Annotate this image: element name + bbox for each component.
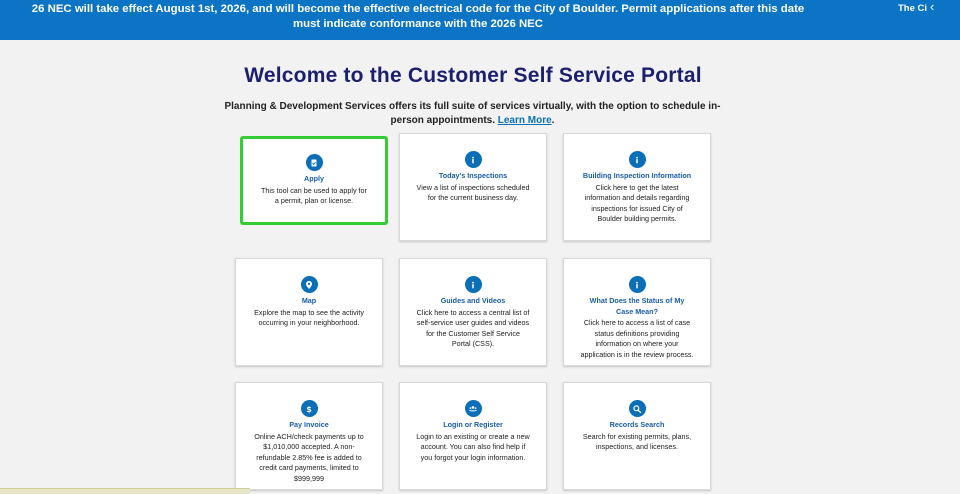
card-building-inspection-information[interactable]: Building Inspection Information Click he… <box>563 133 711 241</box>
card-apply[interactable]: Apply This tool can be used to apply for… <box>240 136 388 225</box>
map-pin-icon <box>300 276 318 293</box>
info-icon <box>464 151 482 168</box>
card-login-or-register[interactable]: Login or Register Login to an existing o… <box>399 382 547 490</box>
search-icon <box>628 400 646 417</box>
card-description: Click here to access a list of case stat… <box>580 318 694 359</box>
info-icon <box>628 276 646 293</box>
card-title: What Does the Status of My Case Mean? <box>589 296 685 316</box>
intro-end: . <box>551 114 555 126</box>
document-check-icon <box>305 154 323 171</box>
learn-more-link[interactable]: Learn More <box>498 115 552 126</box>
card-title: Guides and Videos <box>440 296 506 305</box>
card-case-status-meaning[interactable]: What Does the Status of My Case Mean? Cl… <box>563 258 711 366</box>
card-description: Click here to get the latest information… <box>584 182 690 224</box>
chevron-left-icon[interactable]: ‹ <box>930 0 934 14</box>
banner-ticker[interactable]: The Ci <box>898 2 928 16</box>
card-title: Records Search <box>609 420 665 429</box>
card-description: Explore the map to see the activity occu… <box>254 307 364 328</box>
card-description: Online ACH/check payments up to $1,010,0… <box>254 431 364 483</box>
card-title: Pay Invoice <box>289 420 329 429</box>
card-guides-and-videos[interactable]: Guides and Videos Click here to access a… <box>399 258 547 366</box>
page-title: Welcome to the Customer Self Service Por… <box>244 64 702 87</box>
announcement-banner: 26 NEC will take effect August 1st, 2026… <box>0 0 960 40</box>
dollar-icon: $ <box>300 400 318 417</box>
info-icon <box>464 276 482 293</box>
banner-text: 26 NEC will take effect August 1st, 2026… <box>31 3 805 30</box>
card-todays-inspections[interactable]: Today's Inspections View a list of inspe… <box>399 133 547 241</box>
card-title: Login or Register <box>443 420 503 429</box>
card-title: Map <box>301 296 317 305</box>
card-description: Click here to access a central list of s… <box>416 307 530 349</box>
info-icon <box>628 151 646 168</box>
card-title: Building Inspection Information <box>582 171 692 180</box>
card-pay-invoice[interactable]: $ Pay Invoice Online ACH/check payments … <box>235 382 383 490</box>
svg-text:$: $ <box>306 405 312 414</box>
card-title: Today's Inspections <box>438 171 508 180</box>
card-map[interactable]: Map Explore the map to see the activity … <box>235 258 383 366</box>
card-records-search[interactable]: Records Search Search for existing permi… <box>563 382 711 490</box>
intro-body: Planning & Development Services offers i… <box>224 101 721 126</box>
card-description: View a list of inspections scheduled for… <box>416 182 530 203</box>
card-description: Search for existing permits, plans, insp… <box>582 431 692 452</box>
card-description: Login to an existing or create a new acc… <box>416 431 530 462</box>
browser-status-bar <box>0 488 250 494</box>
card-description: This tool can be used to apply for a per… <box>261 185 367 206</box>
users-icon <box>464 400 482 417</box>
card-title: Apply <box>304 174 324 183</box>
intro-text: Planning & Development Services offers i… <box>215 100 730 127</box>
